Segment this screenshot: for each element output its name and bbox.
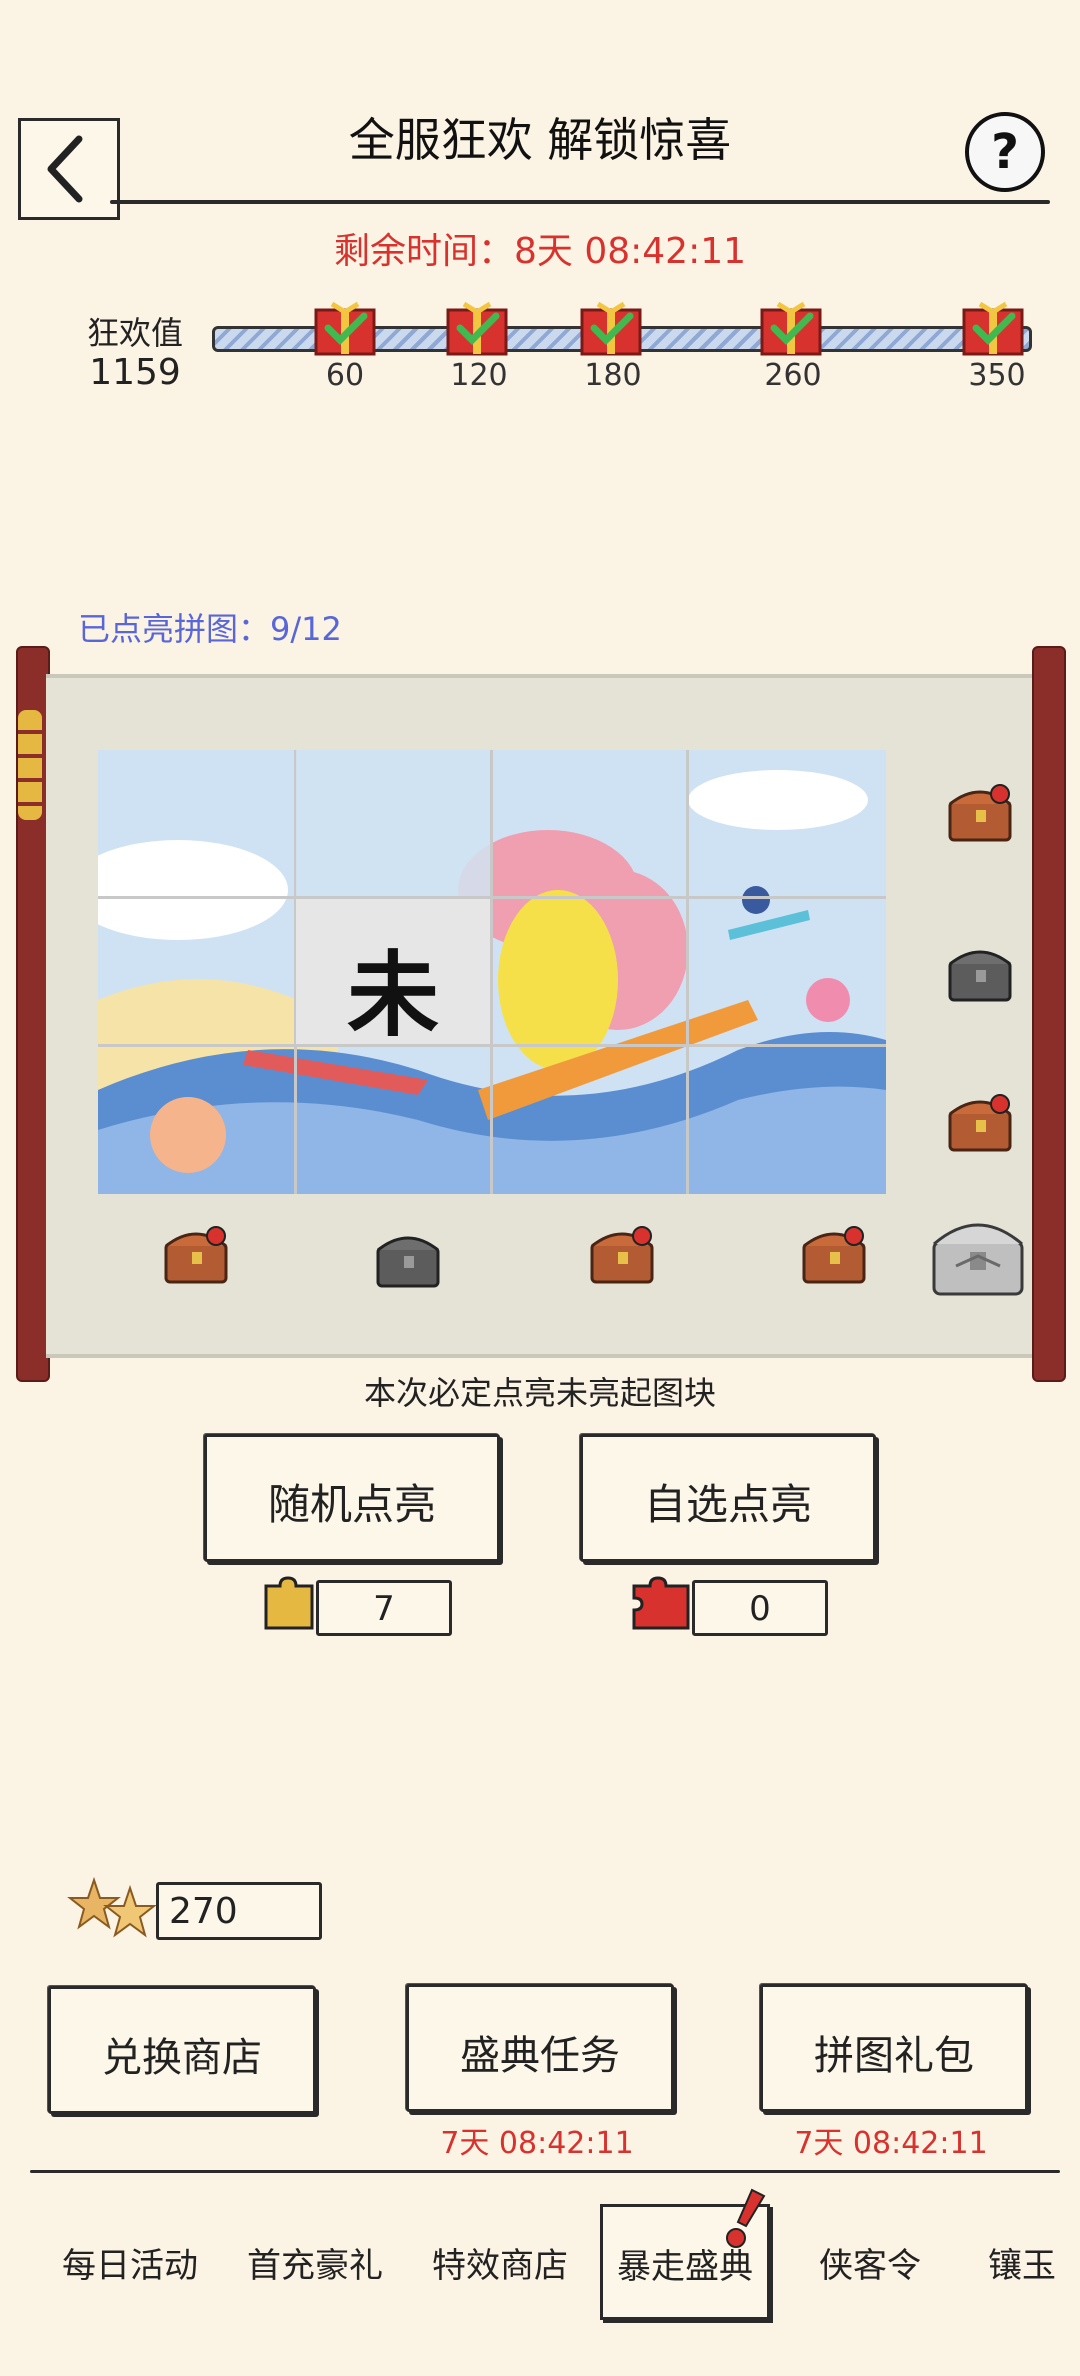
- random-light-label: 随机点亮: [267, 1480, 436, 1529]
- star-currency-icon: [66, 1874, 162, 1944]
- locked-tile-mark: 未: [346, 942, 439, 1049]
- festival-tasks-label: 盛典任务: [460, 2033, 620, 2079]
- column-reward-chest-icon[interactable]: [372, 1226, 448, 1290]
- milestone-gift-icon[interactable]: [758, 296, 824, 358]
- select-piece-count-box: 0: [692, 1580, 828, 1636]
- puzzle-tile-locked[interactable]: 未: [296, 899, 490, 1049]
- tab-hero-pass[interactable]: 侠客令: [800, 2238, 940, 2287]
- festival-tasks-button[interactable]: 盛典任务: [406, 1984, 674, 2112]
- puzzle-gift-pack-label: 拼图礼包: [814, 2033, 974, 2079]
- help-button[interactable]: ?: [965, 112, 1045, 192]
- tab-first-recharge[interactable]: 首充豪礼: [245, 2238, 385, 2287]
- tab-jade-inlay[interactable]: 镶玉: [974, 2238, 1070, 2287]
- exchange-shop-button[interactable]: 兑换商店: [48, 1986, 316, 2114]
- light-up-hint: 本次必定点亮未亮起图块: [363, 1374, 716, 1412]
- notification-alert-icon: [724, 2186, 772, 2250]
- festival-tasks-timer: 7天 08:42:11: [440, 2126, 634, 2161]
- row-reward-chest-icon[interactable]: [944, 1090, 1020, 1154]
- column-reward-chest-icon[interactable]: [586, 1222, 662, 1286]
- milestone-gift-icon[interactable]: [578, 296, 644, 358]
- back-arrow-icon: [47, 135, 83, 203]
- tab-effects-shop[interactable]: 特效商店: [430, 2238, 570, 2287]
- random-light-button[interactable]: 随机点亮: [204, 1434, 500, 1562]
- milestone-value: 350: [968, 358, 1026, 393]
- tab-daily-activity[interactable]: 每日活动: [60, 2238, 200, 2287]
- scroll-rod-right: [1032, 646, 1066, 1382]
- red-puzzle-piece-icon: [630, 1576, 692, 1632]
- column-reward-chest-icon[interactable]: [798, 1222, 874, 1286]
- tab-bar-divider: [30, 2170, 1060, 2173]
- milestone-value: 260: [764, 358, 822, 393]
- puzzle-tile-locked[interactable]: [296, 750, 490, 896]
- puzzle-gift-pack-button[interactable]: 拼图礼包: [760, 1984, 1028, 2112]
- row-reward-chest-icon[interactable]: [944, 780, 1020, 844]
- star-currency-amount: 270: [169, 1891, 238, 1932]
- puzzle-gift-pack-timer: 7天 08:42:11: [794, 2126, 988, 2161]
- column-reward-chest-icon[interactable]: [160, 1222, 236, 1286]
- carnival-value: 1159: [89, 352, 181, 393]
- select-piece-count: 0: [749, 1589, 771, 1629]
- coin-string-icon: [18, 710, 42, 820]
- milestone-gift-icon[interactable]: [960, 296, 1026, 358]
- milestone-value: 60: [325, 358, 365, 393]
- header-divider: [110, 200, 1050, 204]
- milestone-gift-icon[interactable]: [312, 296, 378, 358]
- grand-reward-chest-icon[interactable]: [926, 1206, 1030, 1298]
- select-light-label: 自选点亮: [643, 1480, 812, 1529]
- puzzle-image: 未: [98, 750, 886, 1194]
- question-mark-icon: ?: [991, 124, 1019, 180]
- yellow-puzzle-piece-icon: [262, 1576, 316, 1632]
- random-piece-count: 7: [373, 1589, 395, 1629]
- row-reward-chest-icon[interactable]: [944, 940, 1020, 1004]
- milestone-value: 120: [450, 358, 508, 393]
- random-piece-count-box: 7: [316, 1580, 452, 1636]
- page-title: 全服狂欢 解锁惊喜: [348, 113, 732, 167]
- carnival-value-label: 狂欢值: [86, 314, 183, 352]
- exchange-shop-label: 兑换商店: [102, 2035, 262, 2081]
- remaining-time: 剩余时间：8天 08:42:11: [333, 231, 747, 272]
- milestone-gift-icon[interactable]: [444, 296, 510, 358]
- star-currency-box: 270: [156, 1882, 322, 1940]
- back-button[interactable]: [18, 118, 120, 220]
- milestone-value: 180: [584, 358, 642, 393]
- select-light-button[interactable]: 自选点亮: [580, 1434, 876, 1562]
- lit-puzzle-count: 已点亮拼图：9/12: [78, 610, 342, 648]
